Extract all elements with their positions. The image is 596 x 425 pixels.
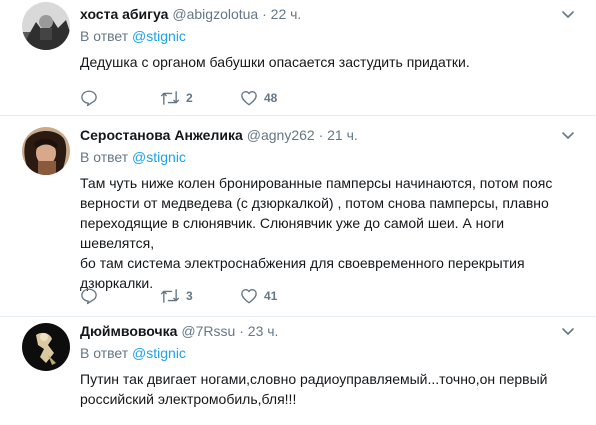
- chevron-down-icon[interactable]: [560, 6, 576, 22]
- reply-mention-link[interactable]: @stignic: [132, 345, 186, 361]
- reply-context: В ответ @stignic: [80, 345, 576, 361]
- tweet-content: Серостанова Анжелика @agny262 · 21 ч. В о…: [80, 127, 576, 293]
- separator-dot: ·: [262, 6, 267, 22]
- avatar[interactable]: [22, 2, 70, 50]
- tweet-timestamp[interactable]: 21 ч.: [327, 127, 358, 143]
- retweet-icon: [160, 91, 180, 105]
- tweet-header: Серостанова Анжелика @agny262 · 21 ч.: [80, 127, 576, 143]
- tweet[interactable]: Дюймвовочка @7Rssu · 23 ч. В ответ @stign…: [0, 317, 596, 425]
- user-handle[interactable]: @agny262: [247, 127, 315, 143]
- like-count: 48: [264, 91, 278, 105]
- tweet-actions: 2 48: [80, 88, 320, 108]
- tweet-timestamp[interactable]: 22 ч.: [271, 6, 302, 22]
- heart-icon: [241, 289, 257, 304]
- separator-dot: ·: [239, 323, 244, 339]
- reply-context: В ответ @stignic: [80, 149, 576, 165]
- chevron-down-icon[interactable]: [560, 127, 576, 143]
- reply-prefix: В ответ: [80, 345, 129, 361]
- reply-button[interactable]: [80, 88, 160, 108]
- user-fullname[interactable]: Серостанова Анжелика: [80, 127, 243, 143]
- avatar[interactable]: [22, 323, 70, 371]
- reply-mention-link[interactable]: @stignic: [132, 28, 186, 44]
- reply-icon: [81, 288, 97, 305]
- user-handle[interactable]: @abigzolotua: [172, 6, 258, 22]
- tweet-content: хоста абигуа @abigzolotua · 22 ч. В ответ…: [80, 6, 576, 72]
- reply-prefix: В ответ: [80, 28, 129, 44]
- reply-mention-link[interactable]: @stignic: [132, 149, 186, 165]
- user-handle[interactable]: @7Rssu: [181, 323, 235, 339]
- tweet[interactable]: хоста абигуа @abigzolotua · 22 ч. В ответ…: [0, 0, 596, 116]
- retweet-icon: [160, 289, 180, 303]
- reply-prefix: В ответ: [80, 149, 129, 165]
- user-fullname[interactable]: хоста абигуа: [80, 6, 168, 22]
- reply-button[interactable]: [80, 286, 160, 306]
- replies-feed: хоста абигуа @abigzolotua · 22 ч. В ответ…: [0, 0, 596, 425]
- avatar[interactable]: [22, 127, 70, 175]
- tweet[interactable]: Серостанова Анжелика @agny262 · 21 ч. В о…: [0, 116, 596, 317]
- chevron-down-icon[interactable]: [560, 323, 576, 339]
- retweet-count: 2: [186, 91, 193, 105]
- retweet-button[interactable]: 2: [160, 88, 240, 108]
- tweet-actions: 3 41: [80, 286, 320, 306]
- reply-context: В ответ @stignic: [80, 28, 576, 44]
- tweet-text: Дедушка с органом бабушки опасается заст…: [80, 54, 470, 70]
- tweet-header: хоста абигуа @abigzolotua · 22 ч.: [80, 6, 576, 22]
- like-button[interactable]: 41: [240, 286, 320, 306]
- reply-icon: [81, 90, 97, 107]
- retweet-count: 3: [186, 289, 193, 303]
- like-button[interactable]: 48: [240, 88, 320, 108]
- tweet-text: Там чуть ниже колен бронированные пампер…: [80, 175, 553, 291]
- tweet-header: Дюймвовочка @7Rssu · 23 ч.: [80, 323, 576, 339]
- tweet-text: Путин так двигает ногами,словно радиоупр…: [80, 371, 548, 407]
- retweet-button[interactable]: 3: [160, 286, 240, 306]
- separator-dot: ·: [318, 127, 324, 143]
- user-fullname[interactable]: Дюймвовочка: [80, 323, 177, 339]
- heart-icon: [241, 91, 257, 106]
- tweet-timestamp[interactable]: 23 ч.: [248, 323, 279, 339]
- like-count: 41: [264, 289, 278, 303]
- tweet-content: Дюймвовочка @7Rssu · 23 ч. В ответ @stign…: [80, 323, 576, 409]
